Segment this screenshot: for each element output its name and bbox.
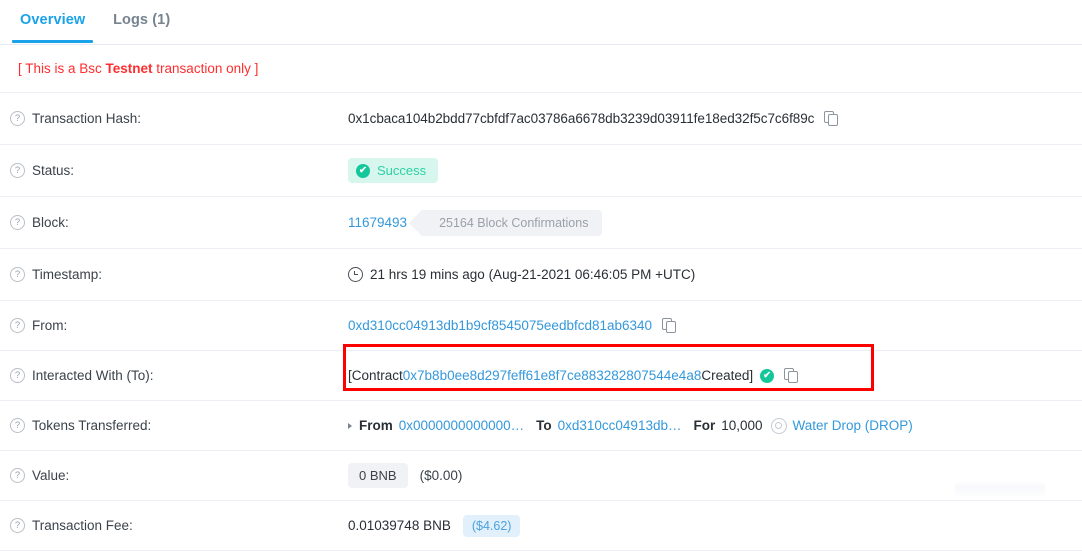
row-transaction-fee: ? Transaction Fee: 0.01039748 BNB ($4.62… (0, 501, 1082, 551)
timestamp-label-cell: ? Timestamp: (10, 267, 348, 282)
tokens-transferred-label: Tokens Transferred: (32, 418, 152, 433)
transaction-hash-label: Transaction Hash: (32, 111, 142, 126)
help-icon[interactable]: ? (10, 111, 25, 126)
check-circle-icon: ✔ (356, 163, 370, 178)
tab-overview[interactable]: Overview (8, 0, 97, 43)
testnet-banner-row: [ This is a Bsc Testnet transaction only… (0, 45, 1082, 93)
interacted-with-label-cell: ? Interacted With (To): (10, 368, 348, 383)
row-timestamp: ? Timestamp: 21 hrs 19 mins ago (Aug-21-… (0, 249, 1082, 301)
testnet-banner-prefix: [ This is a Bsc (18, 61, 106, 76)
transaction-fee-label: Transaction Fee: (32, 518, 133, 533)
status-badge-label: Success (377, 163, 427, 178)
value-amount-badge: 0 BNB (348, 463, 408, 488)
row-from: ? From: 0xd310cc04913db1b9cf8545075eedbf… (0, 301, 1082, 351)
transaction-fee-value-cell: 0.01039748 BNB ($4.62) (348, 514, 1082, 537)
value-usd: ($0.00) (419, 468, 463, 483)
token-from-label: From (359, 418, 393, 433)
testnet-banner-suffix: transaction only ] (152, 61, 259, 76)
block-confirmations-badge: 25164 Block Confirmations (409, 209, 603, 236)
block-label-cell: ? Block: (10, 215, 348, 230)
transaction-hash-value: 0x1cbaca104b2bdd77cbfdf7ac03786a6678db32… (348, 111, 815, 126)
chevron-right-icon[interactable] (348, 422, 352, 429)
help-icon[interactable]: ? (10, 368, 25, 383)
tab-bar: Overview Logs (1) (0, 0, 1082, 45)
help-icon[interactable]: ? (10, 518, 25, 533)
block-number-link[interactable]: 11679493 (348, 215, 407, 230)
status-label-cell: ? Status: (10, 163, 348, 178)
transaction-hash-label-cell: ? Transaction Hash: (10, 111, 348, 126)
from-label-cell: ? From: (10, 318, 348, 333)
from-address-link[interactable]: 0xd310cc04913db1b9cf8545075eedbfcd81ab63… (348, 318, 652, 333)
tokens-transferred-label-cell: ? Tokens Transferred: (10, 418, 348, 433)
help-icon[interactable]: ? (10, 468, 25, 483)
testnet-banner: [ This is a Bsc Testnet transaction only… (18, 61, 258, 76)
status-label: Status: (32, 163, 75, 178)
tab-logs-label: Logs (1) (113, 12, 171, 28)
tokens-transferred-value-cell: From 0x0000000000000… To 0xd310cc04913db… (348, 417, 1082, 434)
clock-icon (348, 267, 363, 282)
help-icon[interactable]: ? (10, 267, 25, 282)
from-value-cell: 0xd310cc04913db1b9cf8545075eedbfcd81ab63… (348, 317, 1082, 334)
transaction-fee-amount: 0.01039748 BNB (348, 518, 451, 533)
copy-icon[interactable] (662, 317, 677, 334)
help-icon[interactable]: ? (10, 418, 25, 433)
row-block: ? Block: 11679493 25164 Block Confirmati… (0, 197, 1082, 249)
contract-address-link[interactable]: 0x7b8b0ee8d297feff61e8f7ce883282807544e4… (403, 368, 702, 383)
interacted-with-label: Interacted With (To): (32, 368, 154, 383)
from-label: From: (32, 318, 68, 333)
row-transaction-hash: ? Transaction Hash: 0x1cbaca104b2bdd77cb… (0, 93, 1082, 145)
timestamp-value-cell: 21 hrs 19 mins ago (Aug-21-2021 06:46:05… (348, 267, 1082, 282)
value-label-cell: ? Value: (10, 468, 348, 483)
interacted-with-value-cell: [Contract 0x7b8b0ee8d297feff61e8f7ce8832… (348, 367, 1082, 384)
help-icon[interactable]: ? (10, 318, 25, 333)
status-value-cell: ✔ Success (348, 158, 1082, 183)
block-value-cell: 11679493 25164 Block Confirmations (348, 209, 1082, 236)
contract-suffix: Created] (701, 368, 754, 383)
tab-logs[interactable]: Logs (1) (101, 0, 182, 42)
transaction-fee-label-cell: ? Transaction Fee: (10, 518, 348, 533)
block-label: Block: (32, 215, 69, 230)
token-from-address-link[interactable]: 0x0000000000000… (399, 418, 524, 433)
timestamp-label: Timestamp: (32, 267, 103, 282)
help-icon[interactable]: ? (10, 215, 25, 230)
value-label: Value: (32, 468, 70, 483)
token-for-label: For (693, 418, 716, 433)
row-tokens-transferred: ? Tokens Transferred: From 0x00000000000… (0, 401, 1082, 451)
transaction-fee-usd-badge: ($4.62) (462, 514, 521, 537)
row-interacted-with: ? Interacted With (To): [Contract 0x7b8b… (0, 351, 1082, 401)
transaction-hash-value-cell: 0x1cbaca104b2bdd77cbfdf7ac03786a6678db32… (348, 110, 1082, 127)
help-icon[interactable]: ? (10, 163, 25, 178)
token-to-label: To (536, 418, 552, 433)
copy-icon[interactable] (824, 110, 839, 127)
value-value-cell: 0 BNB ($0.00) (348, 463, 1082, 488)
verified-contract-icon: ✔ (760, 368, 775, 383)
timestamp-value: 21 hrs 19 mins ago (Aug-21-2021 06:46:05… (370, 267, 696, 282)
copy-icon[interactable] (784, 367, 799, 384)
testnet-banner-emphasis: Testnet (105, 61, 153, 76)
token-to-address-link[interactable]: 0xd310cc04913db… (558, 418, 682, 433)
token-logo-icon (770, 417, 787, 434)
tab-overview-label: Overview (20, 12, 86, 28)
contract-prefix: [Contract (348, 368, 403, 383)
status-badge: ✔ Success (348, 158, 439, 183)
token-name-link[interactable]: Water Drop (DROP) (793, 418, 913, 433)
token-amount: 10,000 (721, 418, 763, 433)
row-status: ? Status: ✔ Success (0, 145, 1082, 197)
row-value: ? Value: 0 BNB ($0.00) (0, 451, 1082, 501)
